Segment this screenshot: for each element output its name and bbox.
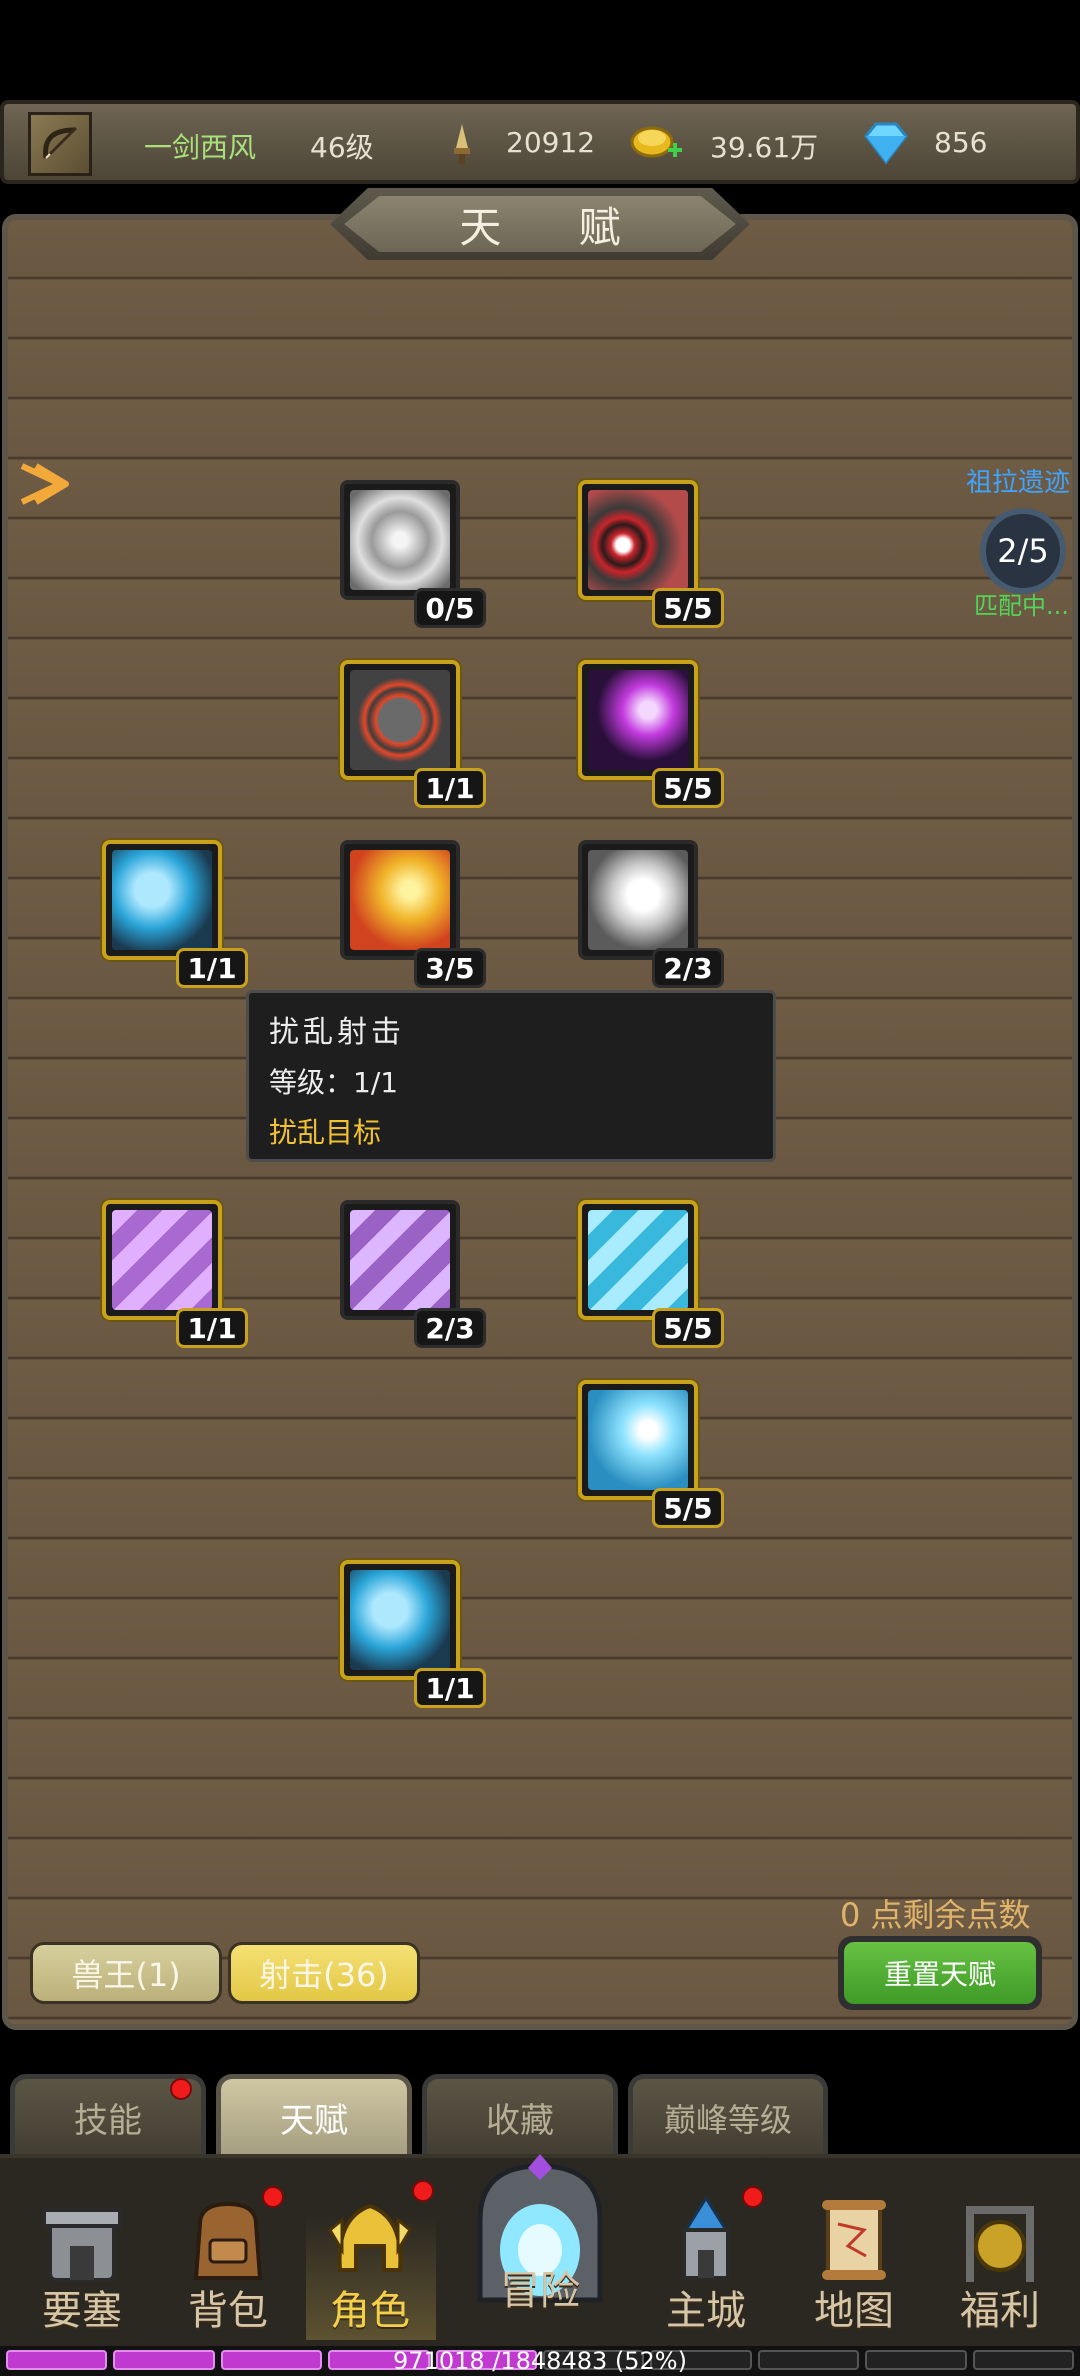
talent-level: 0/5 <box>414 588 486 628</box>
nav-welfare[interactable]: 福利 <box>940 2170 1060 2340</box>
notification-dot <box>262 2186 284 2208</box>
tab-collection-label: 收藏 <box>486 2101 554 2141</box>
talent-tooltip: 扰乱射击 等级：1/1 扰乱目标 <box>246 990 776 1162</box>
talent-node-ice-arrow[interactable]: 5/5 <box>578 1200 724 1348</box>
talent-node-vortex[interactable]: 0/5 <box>340 480 486 628</box>
reset-talents-button[interactable]: 重置天赋 <box>838 1936 1042 2010</box>
talent-node-eagle[interactable]: 2/3 <box>578 840 724 988</box>
tooltip-description: 扰乱目标 <box>269 1116 382 1149</box>
nav-backpack-label: 背包 <box>188 2288 268 2334</box>
tab-peak-level[interactable]: 巅峰等级 <box>628 2074 828 2156</box>
attack-value: 20912 <box>506 126 596 159</box>
helmet-icon <box>328 2203 412 2272</box>
notification-dot <box>742 2186 764 2208</box>
tab-beast-label: 兽王(1) <box>71 1956 181 1994</box>
tab-marksmanship[interactable]: 射击(36) <box>228 1942 420 2004</box>
gong-icon <box>966 2206 1034 2282</box>
talent-level: 1/1 <box>414 768 486 808</box>
notification-dot <box>170 2078 192 2100</box>
tab-beast-master[interactable]: 兽王(1) <box>30 1942 222 2004</box>
castle-icon <box>682 2195 730 2280</box>
talent-node-purple-blade[interactable]: 1/1 <box>102 1200 248 1348</box>
experience-bar: 971018 /1848483 (52%) <box>0 2346 1080 2376</box>
notification-dot <box>412 2180 434 2202</box>
tab-skills-label: 技能 <box>74 2101 142 2141</box>
talent-node-hunters-mark[interactable]: 1/1 <box>340 660 486 808</box>
remaining-points: 0 点剩余点数 <box>840 1896 1031 1934</box>
talent-node-disrupt-shot[interactable]: 1/1 <box>102 840 248 988</box>
event-status: 匹配中... <box>974 592 1069 620</box>
nav-welfare-label: 福利 <box>960 2288 1040 2334</box>
arrow-right-icon[interactable] <box>16 456 72 512</box>
nav-fortress-label: 要塞 <box>42 2288 122 2334</box>
tooltip-level: 等级：1/1 <box>269 1066 399 1099</box>
event-progress-ring[interactable]: 2/5 <box>980 508 1066 594</box>
gold-add-icon[interactable] <box>630 120 686 166</box>
talent-node-fire-arrow[interactable]: 3/5 <box>340 840 486 988</box>
avatar[interactable] <box>28 112 92 176</box>
panel-title-plate: 天 赋 <box>330 188 750 260</box>
reset-talents-label: 重置天赋 <box>844 1942 1036 2004</box>
nav-fortress[interactable]: 要塞 <box>22 2170 142 2340</box>
talent-node-purple-spear[interactable]: 2/3 <box>340 1200 486 1348</box>
player-level: 46级 <box>310 131 374 164</box>
nav-character-label: 角色 <box>330 2288 410 2334</box>
talent-level: 1/1 <box>414 1668 486 1708</box>
nav-adventure[interactable]: 冒险 <box>460 2150 620 2320</box>
backpack-icon <box>193 2201 263 2280</box>
fortress-icon <box>42 2208 122 2282</box>
talent-node-crystal-arrow[interactable]: 5/5 <box>578 1380 724 1528</box>
event-title[interactable]: 祖拉遗迹 <box>966 462 1070 499</box>
bow-icon <box>43 126 78 159</box>
talent-level: 5/5 <box>652 1488 724 1528</box>
talent-node-arcane-shot[interactable]: 5/5 <box>578 660 724 808</box>
tab-talents[interactable]: 天赋 <box>216 2074 412 2156</box>
talent-node-blue-arrow[interactable]: 1/1 <box>340 1560 486 1708</box>
talent-level: 2/3 <box>652 948 724 988</box>
event-progress: 2/5 <box>997 532 1049 570</box>
diamond-icon[interactable] <box>858 120 914 166</box>
panel-title: 天 赋 <box>344 196 736 252</box>
experience-text: 971018 /1848483 (52%) <box>393 2347 687 2375</box>
tooltip-name: 扰乱射击 <box>269 1015 405 1050</box>
talent-level: 5/5 <box>652 588 724 628</box>
tab-peak-label: 巅峰等级 <box>663 2100 792 2139</box>
gem-value: 856 <box>934 126 988 159</box>
player-name: 一剑西风 <box>144 131 257 164</box>
talent-level: 1/1 <box>176 1308 248 1348</box>
talent-level: 1/1 <box>176 948 248 988</box>
nav-map-label: 地图 <box>814 2288 894 2334</box>
talent-level: 5/5 <box>652 768 724 808</box>
talent-level: 5/5 <box>652 1308 724 1348</box>
gold-value: 39.61万 <box>710 131 819 164</box>
player-status-bar: 一剑西风 46级 20912 39.61万 856 <box>0 100 1080 184</box>
map-scroll-icon <box>822 2200 886 2280</box>
nav-adventure-label: 冒险 <box>500 2268 580 2314</box>
nav-map[interactable]: 地图 <box>794 2170 914 2340</box>
tab-collection[interactable]: 收藏 <box>422 2074 618 2156</box>
talent-node-target-shot[interactable]: 5/5 <box>578 480 724 628</box>
nav-main-city-label: 主城 <box>666 2288 746 2334</box>
attack-power-icon <box>454 124 470 164</box>
tab-talents-label: 天赋 <box>280 2101 348 2141</box>
talent-level: 3/5 <box>414 948 486 988</box>
tab-shoot-label: 射击(36) <box>259 1956 389 1994</box>
talent-level: 2/3 <box>414 1308 486 1348</box>
